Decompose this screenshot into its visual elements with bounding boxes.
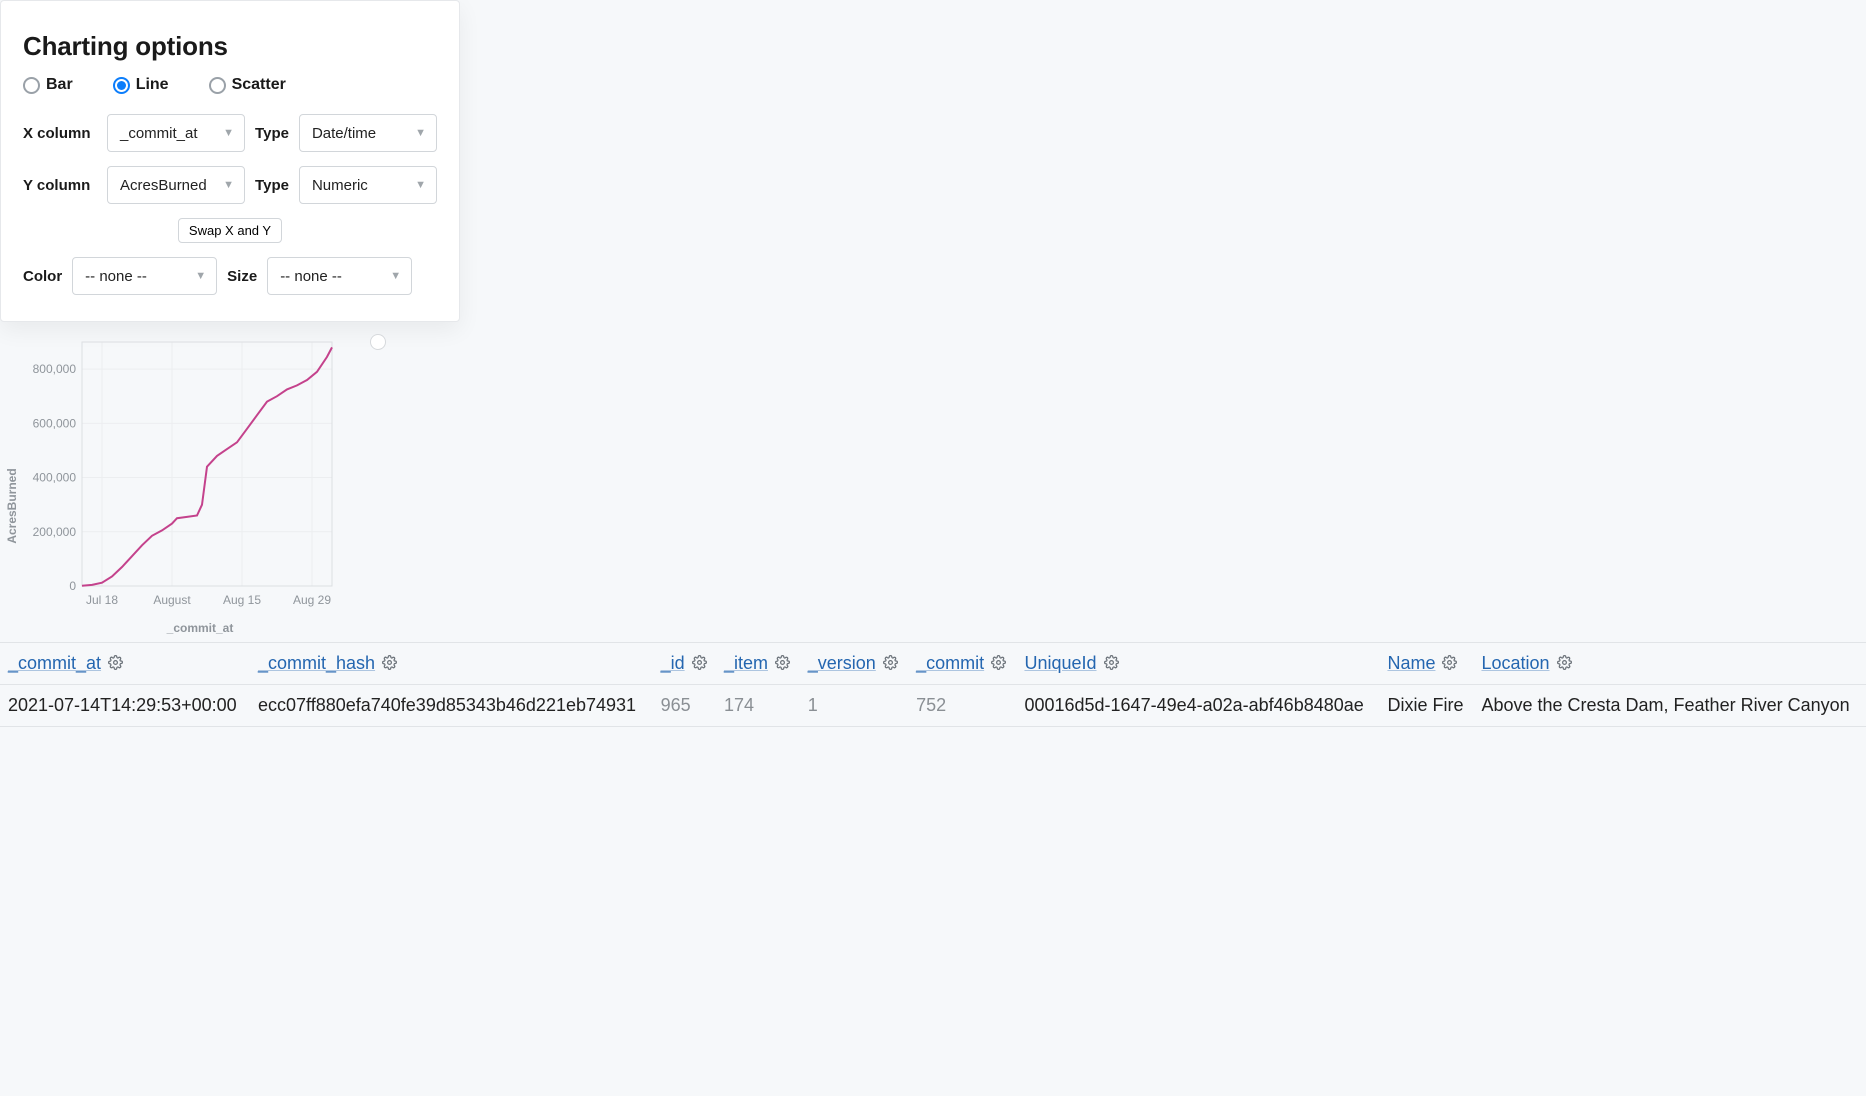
cell-_commit: 752: [908, 685, 1016, 727]
size-select[interactable]: -- none -- ▼: [267, 257, 412, 295]
cell-_version: 1: [800, 685, 908, 727]
color-select[interactable]: -- none -- ▼: [72, 257, 217, 295]
x-type-label: Type: [255, 125, 289, 142]
y-column-select[interactable]: AcresBurned ▼: [107, 166, 245, 204]
cell-_id: 965: [653, 685, 716, 727]
chevron-down-icon: ▼: [223, 179, 234, 191]
svg-text:Jul 18: Jul 18: [86, 593, 118, 607]
radio-label: Line: [136, 76, 169, 94]
column-sort-link[interactable]: UniqueId: [1024, 653, 1096, 673]
chart-type-bar[interactable]: Bar: [23, 76, 73, 94]
column-sort-link[interactable]: _id: [661, 653, 685, 673]
color-label: Color: [23, 268, 62, 285]
chevron-down-icon: ▼: [415, 127, 426, 139]
svg-text:600,000: 600,000: [33, 416, 77, 430]
x-column-row: X column _commit_at ▼ Type Date/time ▼: [23, 114, 437, 152]
y-type-label: Type: [255, 177, 289, 194]
radio-label: Bar: [46, 76, 73, 94]
charting-options-panel: Charting options Bar Line Scatter X colu…: [0, 0, 460, 322]
column-header-Name: Name: [1379, 643, 1473, 685]
column-sort-link[interactable]: _commit_hash: [258, 653, 375, 673]
gear-icon[interactable]: [883, 655, 898, 674]
column-sort-link[interactable]: _version: [808, 653, 876, 673]
x-column-label: X column: [23, 125, 97, 142]
svg-text:800,000: 800,000: [33, 362, 77, 376]
column-header-UniqueId: UniqueId: [1016, 643, 1379, 685]
size-label: Size: [227, 268, 257, 285]
column-header-_item: _item: [716, 643, 800, 685]
chart-type-line[interactable]: Line: [113, 76, 169, 94]
data-table: _commit_at _commit_hash _id _item _versi…: [0, 642, 1866, 727]
table-row: 2021-07-14T14:29:53+00:00ecc07ff880efa74…: [0, 685, 1866, 727]
column-header-_id: _id: [653, 643, 716, 685]
chart-type-radio-group: Bar Line Scatter: [23, 76, 437, 94]
line-chart[interactable]: AcresBurned _commit_at 0 200,000 400,000 60…: [2, 336, 342, 636]
x-column-select[interactable]: _commit_at ▼: [107, 114, 245, 152]
y-column-row: Y column AcresBurned ▼ Type Numeric ▼: [23, 166, 437, 204]
radio-label: Scatter: [232, 76, 286, 94]
select-value: -- none --: [280, 268, 342, 285]
chevron-down-icon: ▼: [390, 270, 401, 282]
cell-_item: 174: [716, 685, 800, 727]
gear-icon[interactable]: [1557, 655, 1572, 674]
chevron-down-icon: ▼: [223, 127, 234, 139]
cell-_commit_hash: ecc07ff880efa740fe39d85343b46d221eb74931: [250, 685, 653, 727]
radio-icon: [23, 77, 40, 94]
svg-text:_commit_at: _commit_at: [166, 621, 234, 635]
svg-text:0: 0: [69, 579, 76, 593]
y-type-select[interactable]: Numeric ▼: [299, 166, 437, 204]
column-header-Location: Location: [1473, 643, 1866, 685]
gear-icon[interactable]: [1442, 655, 1457, 674]
column-header-_version: _version: [800, 643, 908, 685]
svg-text:200,000: 200,000: [33, 525, 77, 539]
chart-resize-handle[interactable]: [370, 334, 386, 350]
cell-UniqueId: 00016d5d-1647-49e4-a02a-abf46b8480ae: [1016, 685, 1379, 727]
gear-icon[interactable]: [108, 655, 123, 674]
column-sort-link[interactable]: _commit: [916, 653, 984, 673]
cell-Name: Dixie Fire: [1379, 685, 1473, 727]
gear-icon[interactable]: [692, 655, 707, 674]
chevron-down-icon: ▼: [195, 270, 206, 282]
gear-icon[interactable]: [382, 655, 397, 674]
column-sort-link[interactable]: Name: [1387, 653, 1435, 673]
cell-Location: Above the Cresta Dam, Feather River Cany…: [1473, 685, 1866, 727]
table-header-row: _commit_at _commit_hash _id _item _versi…: [0, 643, 1866, 685]
column-sort-link[interactable]: _item: [724, 653, 768, 673]
select-value: AcresBurned: [120, 177, 207, 194]
svg-text:Aug 29: Aug 29: [293, 593, 331, 607]
column-sort-link[interactable]: Location: [1481, 653, 1549, 673]
x-type-select[interactable]: Date/time ▼: [299, 114, 437, 152]
color-size-row: Color -- none -- ▼ Size -- none -- ▼: [23, 257, 437, 295]
radio-icon: [113, 77, 130, 94]
radio-icon: [209, 77, 226, 94]
column-sort-link[interactable]: _commit_at: [8, 653, 101, 673]
column-header-_commit: _commit: [908, 643, 1016, 685]
swap-xy-button[interactable]: Swap X and Y: [178, 218, 282, 243]
panel-title: Charting options: [23, 31, 437, 62]
chart-container: AcresBurned _commit_at 0 200,000 400,000 60…: [2, 336, 342, 636]
column-header-_commit_hash: _commit_hash: [250, 643, 653, 685]
chevron-down-icon: ▼: [415, 179, 426, 191]
swap-row: Swap X and Y: [23, 218, 437, 243]
svg-text:AcresBurned: AcresBurned: [5, 468, 19, 543]
chart-type-scatter[interactable]: Scatter: [209, 76, 286, 94]
column-header-_commit_at: _commit_at: [0, 643, 250, 685]
y-column-label: Y column: [23, 177, 97, 194]
svg-text:400,000: 400,000: [33, 471, 77, 485]
select-value: _commit_at: [120, 125, 198, 142]
select-value: Numeric: [312, 177, 368, 194]
gear-icon[interactable]: [1104, 655, 1119, 674]
gear-icon[interactable]: [991, 655, 1006, 674]
gear-icon[interactable]: [775, 655, 790, 674]
select-value: Date/time: [312, 125, 376, 142]
svg-text:August: August: [153, 593, 191, 607]
cell-_commit_at: 2021-07-14T14:29:53+00:00: [0, 685, 250, 727]
select-value: -- none --: [85, 268, 147, 285]
svg-text:Aug 15: Aug 15: [223, 593, 261, 607]
